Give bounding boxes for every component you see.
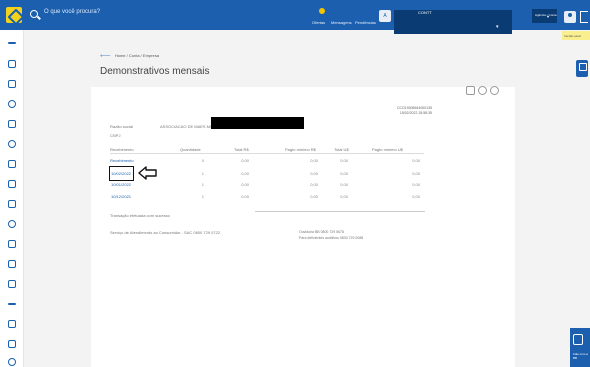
accounts-icon[interactable]	[8, 60, 16, 68]
footer-divider	[255, 211, 425, 212]
close-icon[interactable]	[490, 86, 499, 95]
highlight-box	[109, 166, 134, 181]
header-pagto-usd: Pagto mínimo U$	[372, 147, 403, 152]
breadcrumb: 🡐 Home / Conta / Empresa	[100, 53, 159, 58]
network-icon[interactable]	[8, 320, 16, 328]
sac-info: Serviço de Atendimento ao Consumidor - S…	[110, 230, 221, 235]
account-label: CONTT	[418, 10, 432, 15]
header-total-brl: Total R$	[234, 147, 249, 152]
version-badge[interactable]: Versão atual	[562, 31, 590, 40]
row1-pagto-brl: 0,00	[310, 171, 318, 176]
tools-icon[interactable]	[576, 60, 588, 77]
payment-icon[interactable]	[8, 120, 16, 128]
mensagens-link[interactable]: Mensagens	[331, 20, 352, 25]
header-total-usd: Total U$	[334, 147, 349, 152]
header-quantidade: Quantidade	[180, 147, 201, 152]
ofertas-link[interactable]: Ofertas	[312, 20, 325, 25]
receipt-icon[interactable]	[8, 280, 16, 288]
calendar-icon[interactable]	[8, 260, 16, 268]
account-selector[interactable]	[394, 10, 512, 34]
row1-pagto-usd: 0,00	[412, 171, 420, 176]
loan-icon[interactable]	[8, 220, 16, 228]
exit-icon[interactable]	[580, 11, 588, 23]
row2-qty: 1	[201, 182, 204, 187]
chat-icon	[573, 334, 583, 345]
table-divider	[110, 153, 424, 154]
chart-icon[interactable]	[8, 240, 16, 248]
header-recebimento: Recebimento	[110, 147, 134, 152]
row0-total-usd: 0,00	[340, 158, 348, 163]
row1-total-usd: 0,00	[340, 171, 348, 176]
user-selector[interactable]: Agência • Conta	[532, 9, 557, 23]
chevron-down-icon[interactable]: ▾	[547, 14, 549, 19]
pendencias-link[interactable]: Pendências	[355, 20, 376, 25]
settings-icon[interactable]	[8, 358, 16, 366]
translate-icon[interactable]	[8, 340, 16, 348]
user-avatar-icon[interactable]	[564, 11, 576, 23]
investment-icon[interactable]	[8, 140, 16, 148]
back-arrow-icon[interactable]: 🡐	[100, 53, 111, 58]
row3-qty: 1	[201, 194, 204, 199]
card-icon[interactable]	[8, 200, 16, 208]
row2-pagto-brl: 0,00	[310, 182, 318, 187]
row3-total-brl: 0,00	[241, 194, 249, 199]
breadcrumb-home[interactable]: Home	[115, 53, 126, 58]
success-message: Transação efetuada com sucesso	[110, 213, 170, 218]
search-input[interactable]: O que você procura?	[44, 9, 100, 15]
ouvidoria-info: Ouvidoria BB 0800 729 5678	[299, 230, 344, 234]
agency-avatar[interactable]: A	[379, 10, 391, 22]
row2-pagto-usd: 0,00	[412, 182, 420, 187]
arrow-left-icon	[138, 166, 157, 180]
cnpj-label: CNPJ	[110, 133, 121, 138]
breadcrumb-conta[interactable]: Conta	[129, 53, 140, 58]
row1-qty: 1	[201, 171, 204, 176]
chevron-down-icon[interactable]: ▾	[496, 24, 499, 30]
transfer-icon[interactable]	[8, 100, 16, 108]
row0-total-brl: 0,00	[241, 158, 249, 163]
row0-pagto-brl: 0,00	[310, 158, 318, 163]
sidebar	[0, 30, 24, 367]
meta-timestamp: 15/02/2022 15:58:35	[399, 111, 432, 115]
chat-button[interactable]: Fale com a BB	[570, 328, 590, 367]
bank-logo-icon[interactable]	[6, 7, 22, 23]
row2-date[interactable]: 10/01/2022	[111, 182, 131, 187]
row1-total-brl: 0,00	[241, 171, 249, 176]
row0-pagto-usd: 0,00	[412, 158, 420, 163]
breadcrumb-empresa[interactable]: Empresa	[143, 53, 159, 58]
redaction-block	[211, 117, 304, 129]
statement-card	[91, 87, 515, 367]
row3-pagto-usd: 0,00	[412, 194, 420, 199]
row3-pagto-brl: 0,00	[310, 194, 318, 199]
upload-icon[interactable]	[8, 303, 16, 305]
meta-code: CCO19305644000135	[396, 106, 432, 110]
document-icon[interactable]	[8, 160, 16, 168]
row0-date[interactable]: Recebimento	[110, 158, 134, 163]
row0-qty: 0	[201, 158, 204, 163]
notification-badge	[319, 8, 325, 14]
save-icon[interactable]	[466, 86, 475, 95]
row2-total-brl: 0,00	[241, 182, 249, 187]
menu-icon[interactable]	[8, 42, 16, 44]
row3-date[interactable]: 10/12/2021	[111, 194, 131, 199]
wallet-icon[interactable]	[8, 80, 16, 88]
help-icon[interactable]	[478, 86, 487, 95]
chat-label: Fale com a BB	[573, 352, 588, 360]
deficientes-info: Para deficientes auditivos 0800 729 0088	[299, 236, 364, 240]
page-title: Demonstrativos mensais	[100, 66, 210, 77]
bank-icon[interactable]	[8, 180, 16, 188]
header-pagto-brl: Pagto mínimo R$	[285, 147, 316, 152]
row3-total-usd: 0,00	[340, 194, 348, 199]
razao-social-label: Razão social	[110, 124, 133, 129]
search-icon[interactable]	[30, 10, 38, 18]
row2-total-usd: 0,00	[340, 182, 348, 187]
